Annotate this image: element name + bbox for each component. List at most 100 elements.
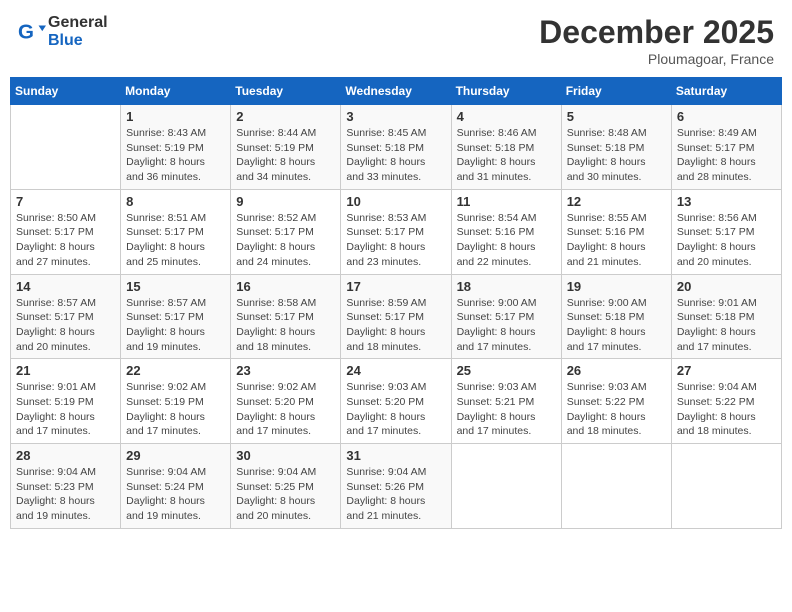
calendar-cell: 24 Sunrise: 9:03 AMSunset: 5:20 PMDayligh… (341, 359, 451, 444)
day-info: Sunrise: 9:04 AMSunset: 5:23 PMDaylight:… (16, 465, 115, 524)
calendar-cell: 5Sunrise: 8:48 AMSunset: 5:18 PMDaylight… (561, 105, 671, 190)
day-number: 4 (457, 109, 556, 124)
day-info: Sunrise: 8:55 AMSunset: 5:16 PMDaylight:… (567, 211, 666, 270)
day-number: 21 (16, 363, 115, 378)
day-info: Sunrise: 8:57 AMSunset: 5:17 PMDaylight:… (126, 296, 225, 355)
calendar-cell: 9Sunrise: 8:52 AMSunset: 5:17 PMDaylight… (231, 189, 341, 274)
logo-line1: General (48, 14, 108, 32)
weekday-header-row: SundayMondayTuesdayWednesdayThursdayFrid… (11, 78, 782, 105)
calendar-cell: 19 Sunrise: 9:00 AMSunset: 5:18 PMDayligh… (561, 274, 671, 359)
calendar-cell: 27 Sunrise: 9:04 AMSunset: 5:22 PMDayligh… (671, 359, 781, 444)
calendar-cell: 23 Sunrise: 9:02 AMSunset: 5:20 PMDayligh… (231, 359, 341, 444)
calendar-cell (671, 444, 781, 529)
day-number: 11 (457, 194, 556, 209)
calendar-cell: 21 Sunrise: 9:01 AMSunset: 5:19 PMDayligh… (11, 359, 121, 444)
logo-line2: Blue (48, 32, 108, 50)
day-number: 6 (677, 109, 776, 124)
calendar-week-row: 28Sunrise: 9:04 AMSunset: 5:23 PMDayligh… (11, 444, 782, 529)
day-number: 16 (236, 279, 335, 294)
weekday-header: Monday (121, 78, 231, 105)
day-info: Sunrise: 8:58 AMSunset: 5:17 PMDaylight:… (236, 296, 335, 355)
calendar-cell: 2 Sunrise: 8:44 AMSunset: 5:19 PMDaylight… (231, 105, 341, 190)
day-number: 23 (236, 363, 335, 378)
calendar-cell: 13 Sunrise: 8:56 AMSunset: 5:17 PMDayligh… (671, 189, 781, 274)
day-number: 22 (126, 363, 225, 378)
day-info: Sunrise: 9:03 AMSunset: 5:20 PMDaylight:… (346, 380, 445, 439)
weekday-header: Tuesday (231, 78, 341, 105)
calendar-cell: 18Sunrise: 9:00 AMSunset: 5:17 PMDayligh… (451, 274, 561, 359)
day-number: 19 (567, 279, 666, 294)
day-number: 2 (236, 109, 335, 124)
day-info: Sunrise: 8:49 AMSunset: 5:17 PMDaylight:… (677, 126, 776, 185)
day-info: Sunrise: 9:04 AMSunset: 5:25 PMDaylight:… (236, 465, 335, 524)
calendar-week-row: 7 Sunrise: 8:50 AMSunset: 5:17 PMDaylight… (11, 189, 782, 274)
day-info: Sunrise: 8:52 AMSunset: 5:17 PMDaylight:… (236, 211, 335, 270)
day-info: Sunrise: 8:44 AMSunset: 5:19 PMDaylight:… (236, 126, 335, 185)
day-info: Sunrise: 8:53 AMSunset: 5:17 PMDaylight:… (346, 211, 445, 270)
day-info: Sunrise: 9:02 AMSunset: 5:19 PMDaylight:… (126, 380, 225, 439)
calendar-cell: 3 Sunrise: 8:45 AMSunset: 5:18 PMDaylight… (341, 105, 451, 190)
day-number: 29 (126, 448, 225, 463)
day-info: Sunrise: 8:59 AMSunset: 5:17 PMDaylight:… (346, 296, 445, 355)
calendar-week-row: 1 Sunrise: 8:43 AMSunset: 5:19 PMDaylight… (11, 105, 782, 190)
day-number: 30 (236, 448, 335, 463)
day-info: Sunrise: 8:56 AMSunset: 5:17 PMDaylight:… (677, 211, 776, 270)
day-info: Sunrise: 9:02 AMSunset: 5:20 PMDaylight:… (236, 380, 335, 439)
calendar-cell: 8 Sunrise: 8:51 AMSunset: 5:17 PMDaylight… (121, 189, 231, 274)
calendar-cell: 10 Sunrise: 8:53 AMSunset: 5:17 PMDayligh… (341, 189, 451, 274)
day-number: 25 (457, 363, 556, 378)
calendar-cell (451, 444, 561, 529)
day-number: 17 (346, 279, 445, 294)
day-number: 10 (346, 194, 445, 209)
day-info: Sunrise: 8:57 AMSunset: 5:17 PMDaylight:… (16, 296, 115, 355)
day-number: 18 (457, 279, 556, 294)
day-info: Sunrise: 8:50 AMSunset: 5:17 PMDaylight:… (16, 211, 115, 270)
day-info: Sunrise: 8:45 AMSunset: 5:18 PMDaylight:… (346, 126, 445, 185)
svg-text:G: G (18, 21, 34, 44)
calendar-cell: 31 Sunrise: 9:04 AMSunset: 5:26 PMDayligh… (341, 444, 451, 529)
day-number: 13 (677, 194, 776, 209)
weekday-header: Thursday (451, 78, 561, 105)
day-number: 24 (346, 363, 445, 378)
day-number: 15 (126, 279, 225, 294)
calendar-cell: 25Sunrise: 9:03 AMSunset: 5:21 PMDayligh… (451, 359, 561, 444)
day-number: 1 (126, 109, 225, 124)
calendar-cell: 30 Sunrise: 9:04 AMSunset: 5:25 PMDayligh… (231, 444, 341, 529)
calendar-table: SundayMondayTuesdayWednesdayThursdayFrid… (10, 77, 782, 529)
day-info: Sunrise: 9:04 AMSunset: 5:26 PMDaylight:… (346, 465, 445, 524)
calendar-cell: 17 Sunrise: 8:59 AMSunset: 5:17 PMDayligh… (341, 274, 451, 359)
day-number: 8 (126, 194, 225, 209)
weekday-header: Friday (561, 78, 671, 105)
day-info: Sunrise: 9:00 AMSunset: 5:18 PMDaylight:… (567, 296, 666, 355)
calendar-week-row: 21 Sunrise: 9:01 AMSunset: 5:19 PMDayligh… (11, 359, 782, 444)
calendar-week-row: 14Sunrise: 8:57 AMSunset: 5:17 PMDayligh… (11, 274, 782, 359)
weekday-header: Wednesday (341, 78, 451, 105)
calendar-cell: 11Sunrise: 8:54 AMSunset: 5:16 PMDayligh… (451, 189, 561, 274)
day-info: Sunrise: 8:46 AMSunset: 5:18 PMDaylight:… (457, 126, 556, 185)
day-number: 26 (567, 363, 666, 378)
calendar-cell: 12 Sunrise: 8:55 AMSunset: 5:16 PMDayligh… (561, 189, 671, 274)
calendar-cell: 22 Sunrise: 9:02 AMSunset: 5:19 PMDayligh… (121, 359, 231, 444)
day-number: 5 (567, 109, 666, 124)
day-info: Sunrise: 9:01 AMSunset: 5:19 PMDaylight:… (16, 380, 115, 439)
day-info: Sunrise: 9:04 AMSunset: 5:24 PMDaylight:… (126, 465, 225, 524)
calendar-cell: 15 Sunrise: 8:57 AMSunset: 5:17 PMDayligh… (121, 274, 231, 359)
month-title: December 2025 (539, 14, 774, 51)
day-number: 12 (567, 194, 666, 209)
day-number: 27 (677, 363, 776, 378)
page-header: G General Blue December 2025 Ploumagoar,… (10, 10, 782, 71)
day-info: Sunrise: 9:04 AMSunset: 5:22 PMDaylight:… (677, 380, 776, 439)
day-number: 7 (16, 194, 115, 209)
day-info: Sunrise: 8:51 AMSunset: 5:17 PMDaylight:… (126, 211, 225, 270)
day-number: 3 (346, 109, 445, 124)
calendar-cell (561, 444, 671, 529)
weekday-header: Sunday (11, 78, 121, 105)
calendar-cell: 14Sunrise: 8:57 AMSunset: 5:17 PMDayligh… (11, 274, 121, 359)
day-info: Sunrise: 8:43 AMSunset: 5:19 PMDaylight:… (126, 126, 225, 185)
weekday-header: Saturday (671, 78, 781, 105)
day-number: 31 (346, 448, 445, 463)
calendar-cell: 20Sunrise: 9:01 AMSunset: 5:18 PMDayligh… (671, 274, 781, 359)
location: Ploumagoar, France (539, 51, 774, 67)
calendar-cell: 1 Sunrise: 8:43 AMSunset: 5:19 PMDaylight… (121, 105, 231, 190)
title-block: December 2025 Ploumagoar, France (539, 14, 774, 67)
